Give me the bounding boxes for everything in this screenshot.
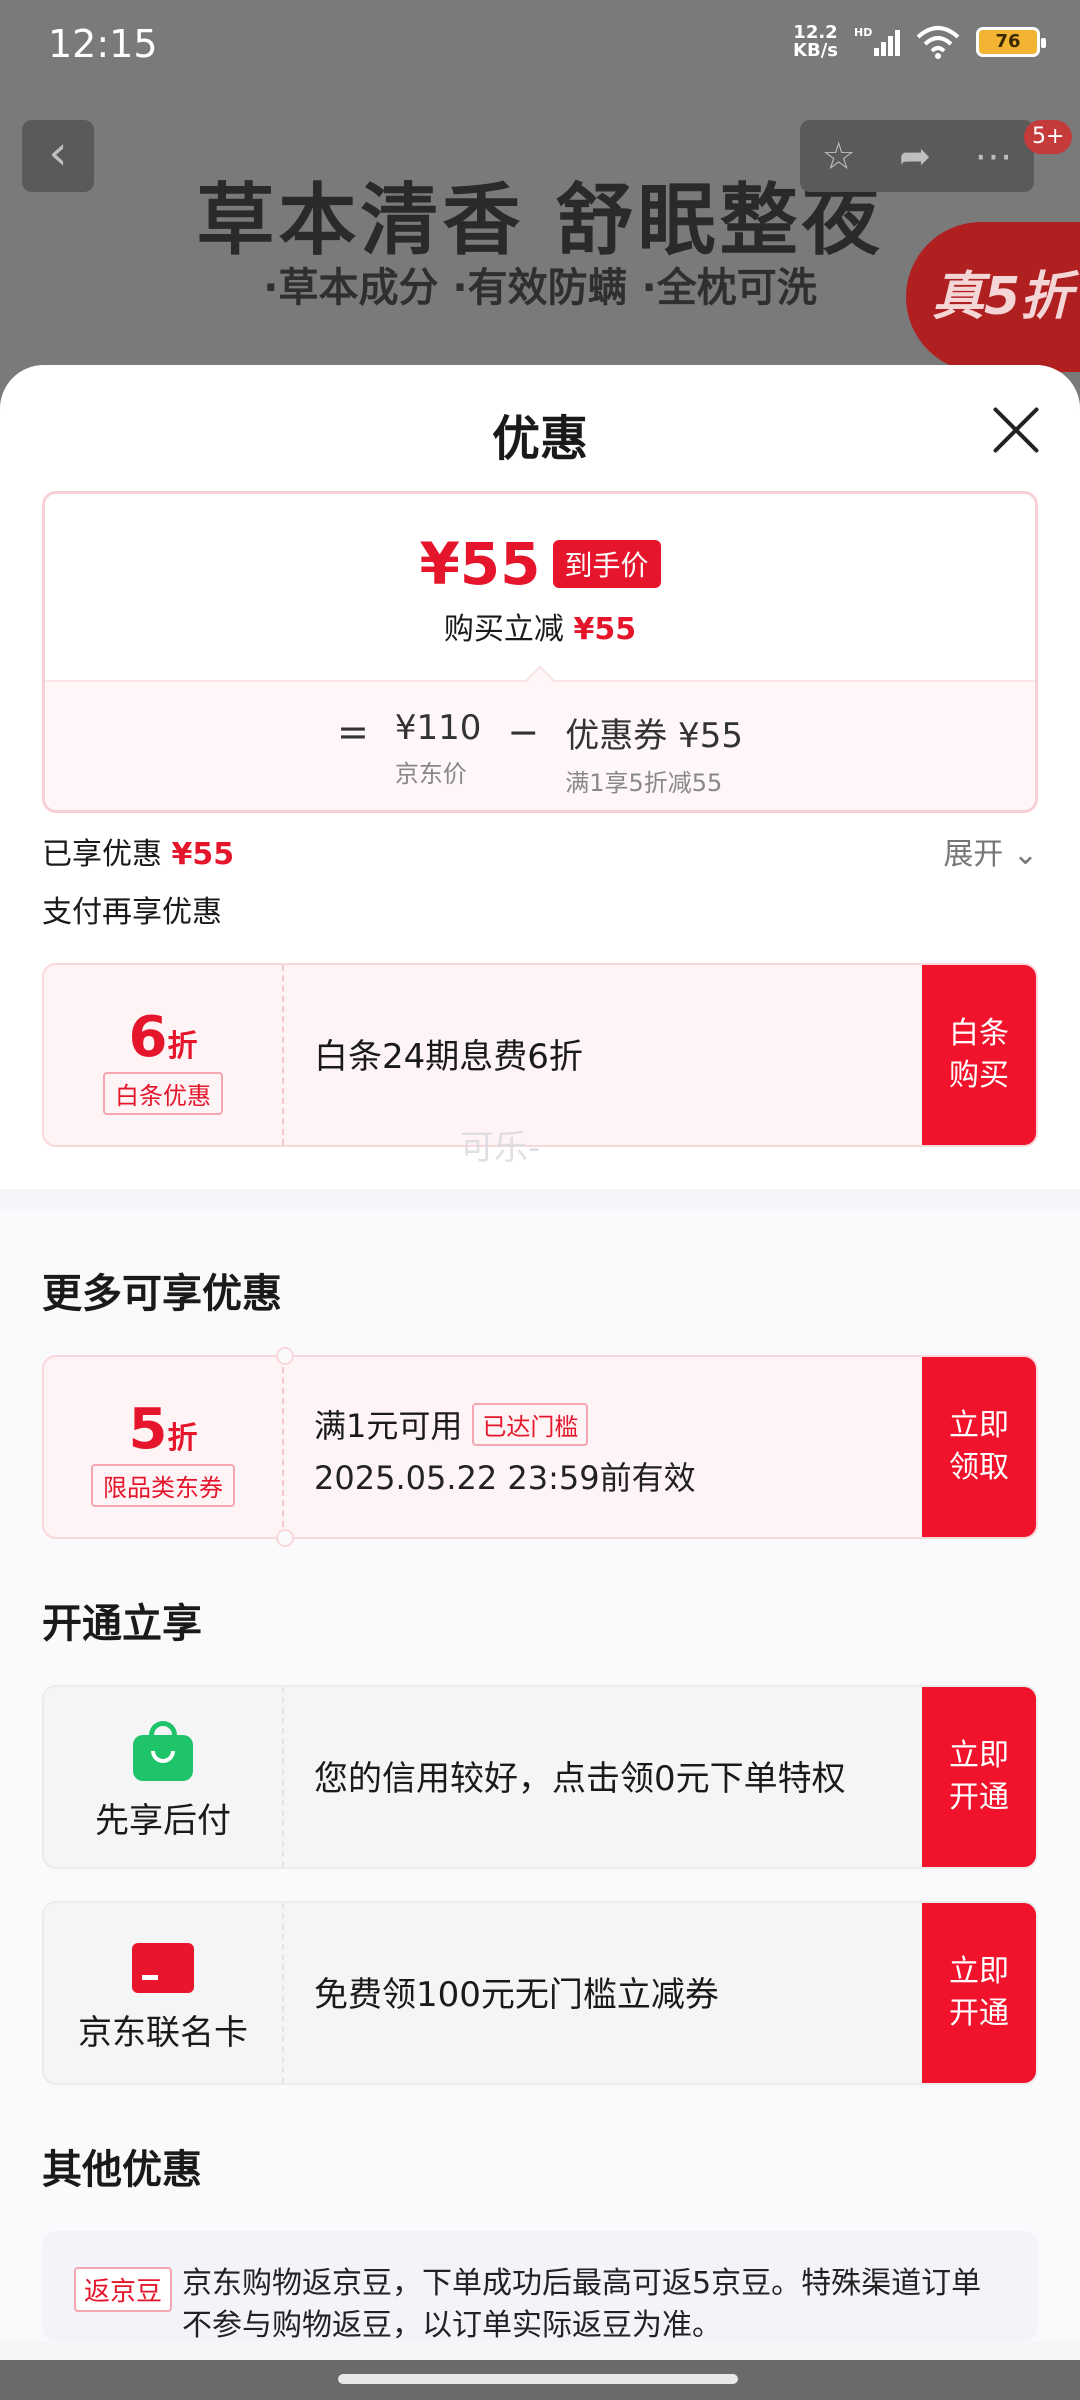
pay-later-label: 先享后付 [95, 1801, 231, 1841]
divider [0, 1189, 1080, 1209]
close-icon[interactable] [990, 405, 1040, 455]
shopping-bag-icon [133, 1721, 193, 1781]
sheet-header: 优惠 [0, 365, 1080, 491]
coupon-type-tag: 限品类东券 [91, 1464, 235, 1507]
pay-again-label: 支付再享优惠 [42, 895, 222, 930]
chevron-down-icon: ⌄ [1012, 837, 1038, 872]
battery-icon: 76 [976, 27, 1046, 57]
more-offers-section: 更多可享优惠 5折 限品类东券 满1元可用 已达门槛 2025.05.22 23… [0, 1209, 1080, 2343]
baitiao-text: 白条24期息费6折 [314, 1037, 583, 1077]
enjoyed-value: ¥55 [171, 837, 235, 872]
coupon-condition: 满1享5折减55 [565, 769, 723, 797]
pay-later-text: 您的信用较好，点击领0元下单特权 [314, 1759, 846, 1799]
price-formula: = ¥110 京东价 − 优惠券 ¥55 满1享5折减55 [45, 680, 1035, 810]
back-button[interactable]: ‹ [22, 120, 94, 192]
home-indicator[interactable] [338, 2374, 738, 2384]
enjoyed-row: 已享优惠 ¥55 展开 ⌄ [42, 813, 1038, 877]
jd-price-label: 京东价 [394, 760, 467, 788]
co-card-label: 京东联名卡 [78, 2013, 248, 2053]
credit-card-icon [132, 1943, 194, 1993]
jd-price: ¥110 [394, 708, 482, 748]
price-breakdown-card: ¥55 到手价 购买立减 ¥55 = ¥110 京东价 − 优惠券 ¥55 满1… [42, 491, 1038, 813]
open-pay-later-button[interactable]: 立即开通 [922, 1687, 1036, 1867]
sheet-title: 优惠 [491, 411, 588, 467]
open-enjoy-title: 开通立享 [42, 1601, 202, 1647]
coupon-title: 满1元可用 [314, 1407, 463, 1445]
status-icons: 12.2 KB/s HD 76 [793, 22, 1046, 61]
jd-bean-offer: 返京豆 京东购物返京豆，下单成功后最高可返5京豆。特殊渠道订单不参与购物返豆，以… [42, 2231, 1038, 2343]
coupon-value: 优惠券 ¥55 [565, 716, 743, 756]
other-offers-title: 其他优惠 [42, 2147, 202, 2193]
final-price-tag: 到手价 [552, 540, 661, 588]
chevron-left-icon: ‹ [48, 125, 68, 181]
svg-text:HD: HD [854, 26, 872, 39]
navigation-bar [0, 2360, 1080, 2400]
signal-icon: HD [854, 26, 900, 56]
bean-offer-text: 京东购物返京豆，下单成功后最高可返5京豆。特殊渠道订单不参与购物返豆，以订单实际… [182, 2266, 982, 2343]
star-icon[interactable]: ☆ [822, 134, 856, 178]
more-icon[interactable]: ⋯ [974, 134, 1012, 178]
status-time: 12:15 [48, 22, 158, 66]
coupon-card: 5折 限品类东券 满1元可用 已达门槛 2025.05.22 23:59前有效 … [42, 1347, 1038, 1547]
status-bar: 12:15 12.2 KB/s HD 76 [0, 0, 1080, 92]
coupon-valid-date: 2025.05.22 23:59前有效 [314, 1459, 696, 1497]
co-card-text: 免费领100元无门槛立减券 [314, 1975, 719, 2015]
price-section: ¥55 到手价 购买立减 ¥55 = ¥110 京东价 − 优惠券 ¥55 满1… [0, 491, 1080, 1189]
bean-tag: 返京豆 [74, 2267, 173, 2312]
baitiao-tag: 白条优惠 [103, 1072, 223, 1115]
open-co-card-button[interactable]: 立即开通 [922, 1903, 1036, 2083]
reduce-row: 购买立减 ¥55 [443, 612, 637, 647]
baitiao-buy-button[interactable]: 白条购买 [922, 965, 1036, 1145]
promo-badge: 真5折 [906, 222, 1080, 372]
more-offers-title: 更多可享优惠 [42, 1271, 282, 1317]
wifi-icon [916, 26, 960, 59]
top-actions: ☆ ➦ ⋯ [800, 120, 1034, 192]
coupon-status-tag: 已达门槛 [472, 1402, 589, 1446]
network-speed: 12.2 KB/s [793, 22, 838, 61]
share-icon[interactable]: ➦ [899, 134, 931, 178]
final-price: ¥55 [419, 530, 541, 598]
minus-sign: − [507, 710, 540, 754]
reduce-value: ¥55 [573, 612, 637, 647]
expand-button[interactable]: 展开 ⌄ [943, 829, 1038, 873]
discount-sheet: 优惠 ¥55 到手价 购买立减 ¥55 = ¥110 京东价 − 优惠券 ¥55… [0, 365, 1080, 2400]
equals-sign: = [337, 710, 369, 754]
claim-coupon-button[interactable]: 立即领取 [922, 1357, 1036, 1537]
message-count-badge: 5+ [1024, 120, 1073, 154]
pay-later-card[interactable]: 先享后付 您的信用较好，点击领0元下单特权 立即开通 [42, 1685, 1038, 1869]
watermark: 可乐- [460, 1128, 541, 1168]
co-card-offer[interactable]: 京东联名卡 免费领100元无门槛立减券 立即开通 [42, 1901, 1038, 2085]
